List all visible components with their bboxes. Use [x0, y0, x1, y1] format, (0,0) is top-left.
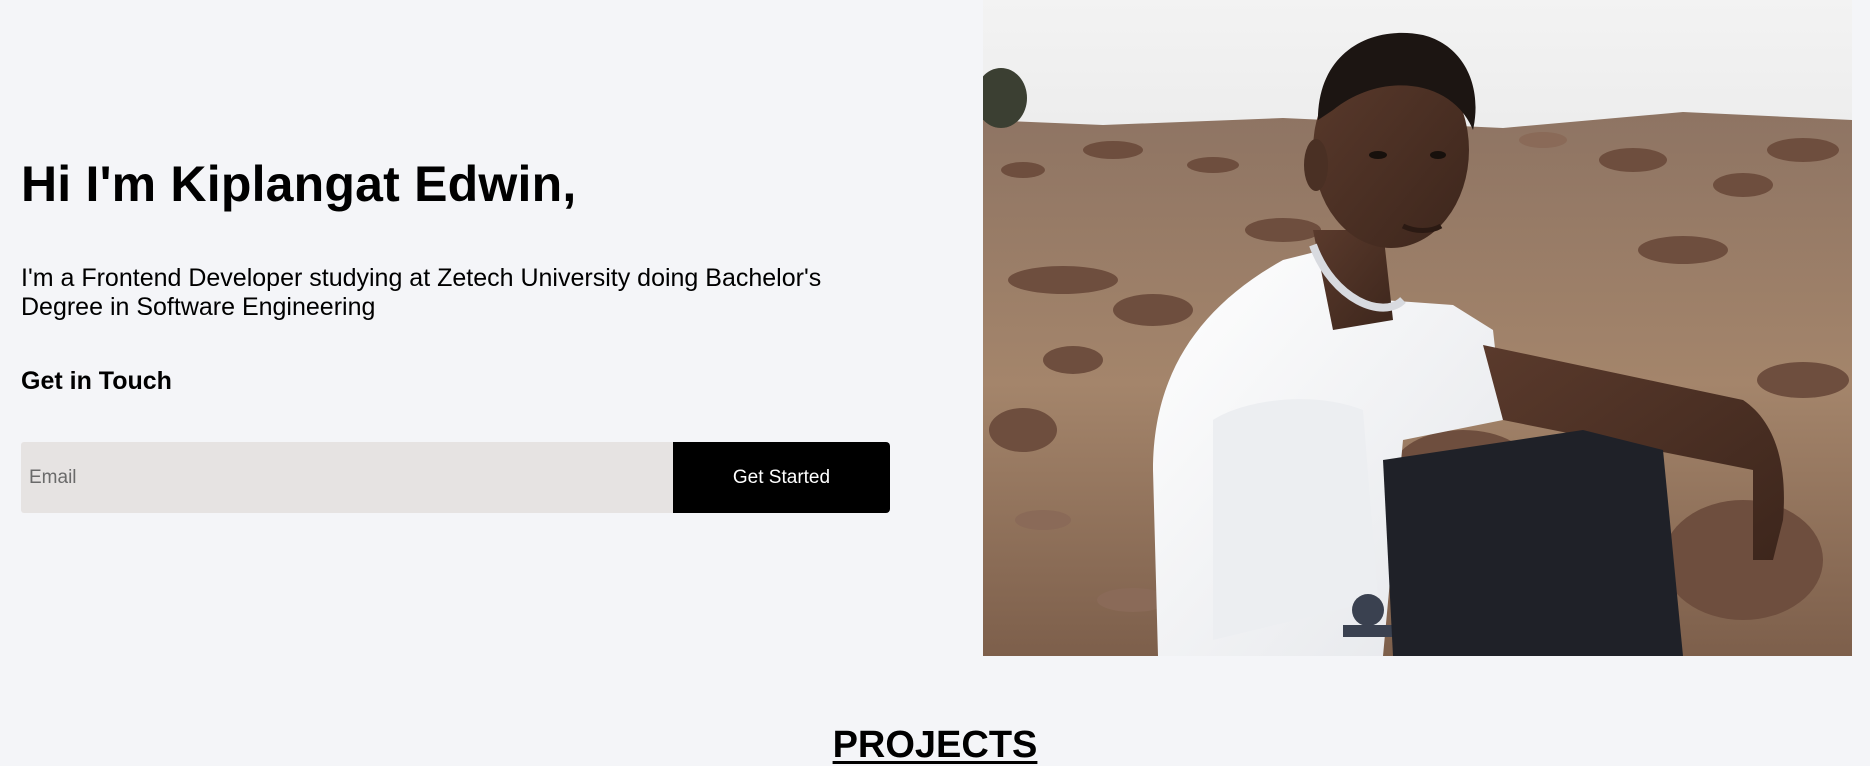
hero-intro: Hi I'm Kiplangat Edwin, I'm a Frontend D…	[21, 150, 901, 396]
email-signup-form: Get Started	[21, 442, 890, 513]
page: Hi I'm Kiplangat Edwin, I'm a Frontend D…	[0, 0, 1870, 766]
projects-heading: PROJECTS	[832, 724, 1038, 766]
contact-heading: Get in Touch	[21, 367, 172, 395]
hero-subtitle: I'm a Frontend Developer studying at Zet…	[21, 264, 822, 321]
profile-photo	[983, 0, 1852, 656]
get-started-button[interactable]: Get Started	[673, 442, 890, 513]
email-input[interactable]	[21, 442, 673, 513]
hero-title: Hi I'm Kiplangat Edwin,	[21, 156, 577, 212]
